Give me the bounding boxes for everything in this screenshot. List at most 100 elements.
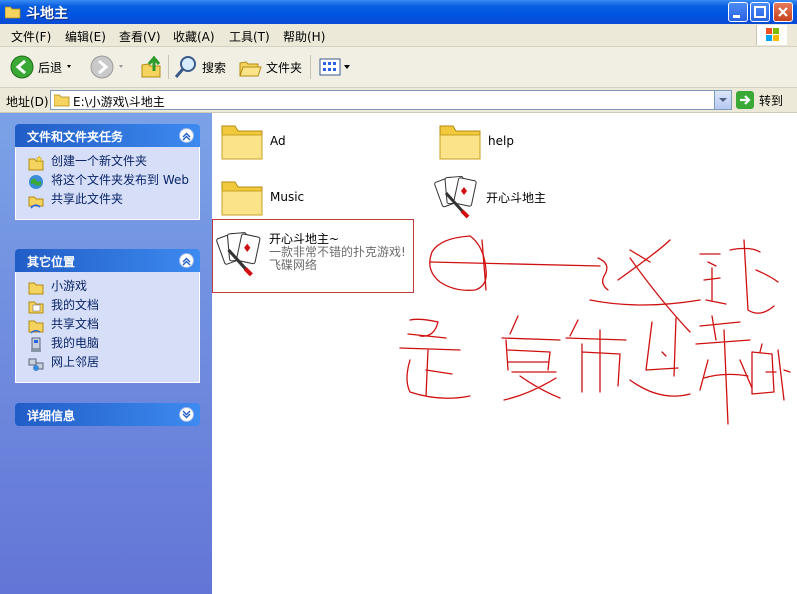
place-label: 共享文档	[51, 317, 100, 331]
folders-button[interactable]: 文件夹	[238, 53, 302, 81]
toolbar-separator	[168, 55, 169, 79]
place-label: 我的电脑	[51, 336, 100, 350]
toolbar: 后退 搜索 文件夹	[0, 47, 797, 88]
menu-edit[interactable]: 编辑(E)	[65, 28, 106, 45]
address-bar: 地址(D) E:\小游戏\斗地主 转到	[0, 88, 797, 113]
place-label: 网上邻居	[51, 355, 100, 369]
collapse-icon[interactable]	[179, 253, 194, 268]
search-button[interactable]: 搜索	[174, 53, 226, 81]
up-folder-icon	[141, 55, 161, 78]
go-arrow-icon	[736, 91, 754, 109]
other-places-box: 其它位置 小游戏 我的文档 共享文档 我的电脑 网上邻居	[15, 249, 200, 383]
game-shortcut-tile[interactable]: 开心斗地主~ 一款非常不错的扑克游戏! 飞碟网络	[212, 219, 414, 293]
chevron-down-icon[interactable]	[342, 62, 352, 72]
place-shared-documents[interactable]: 共享文档	[16, 317, 199, 335]
views-button[interactable]	[318, 53, 352, 81]
file-tasks-header[interactable]: 文件和文件夹任务	[15, 124, 200, 147]
task-pane: 文件和文件夹任务 创建一个新文件夹 将这个文件夹发布到 Web 共享此文件夹 其…	[0, 113, 212, 594]
new-folder-icon	[28, 155, 44, 171]
share-folder-icon	[28, 196, 44, 209]
my-documents-icon	[28, 301, 44, 314]
windows-logo	[756, 25, 787, 45]
file-tasks-title: 文件和文件夹任务	[27, 130, 124, 144]
back-arrow-icon	[10, 55, 34, 79]
folder-name: Ad	[270, 134, 286, 148]
file-tasks-box: 文件和文件夹任务 创建一个新文件夹 将这个文件夹发布到 Web 共享此文件夹	[15, 124, 200, 220]
task-share-folder[interactable]: 共享此文件夹	[16, 192, 199, 210]
place-label: 我的文档	[51, 298, 100, 312]
place-my-computer[interactable]: 我的电脑	[16, 336, 199, 354]
collapse-icon[interactable]	[179, 128, 194, 143]
windows-flag-icon	[766, 28, 779, 41]
computer-icon	[31, 337, 41, 352]
expand-icon[interactable]	[179, 407, 194, 422]
tile-text: 开心斗地主~ 一款非常不错的扑克游戏! 飞碟网络	[269, 233, 406, 272]
folder-help[interactable]: help	[438, 121, 558, 165]
details-box: 详细信息	[15, 403, 200, 426]
details-title: 详细信息	[27, 409, 76, 423]
place-my-documents[interactable]: 我的文档	[16, 298, 199, 316]
folder-name: Music	[270, 190, 305, 204]
chevron-down-icon[interactable]	[62, 62, 76, 72]
place-games-folder[interactable]: 小游戏	[16, 279, 199, 297]
place-label: 小游戏	[51, 279, 88, 293]
back-label: 后退	[38, 60, 63, 75]
task-label: 共享此文件夹	[51, 192, 124, 206]
menu-favorites[interactable]: 收藏(A)	[173, 28, 215, 45]
folder-music[interactable]: Music	[220, 177, 340, 221]
task-new-folder[interactable]: 创建一个新文件夹	[16, 154, 199, 172]
folder-icon	[439, 125, 481, 160]
go-button[interactable]: 转到	[736, 91, 783, 109]
up-folder-button[interactable]	[140, 53, 164, 81]
folder-icon	[54, 94, 70, 107]
file-name: 开心斗地主	[486, 191, 547, 205]
address-path: E:\小游戏\斗地主	[73, 95, 165, 109]
folders-icon	[239, 61, 262, 77]
back-button[interactable]: 后退	[10, 53, 76, 81]
game-exe-file[interactable]: 开心斗地主	[434, 173, 594, 221]
shared-documents-icon	[28, 320, 44, 334]
maximize-button[interactable]	[750, 2, 770, 22]
other-places-list: 小游戏 我的文档 共享文档 我的电脑 网上邻居	[15, 272, 200, 383]
menu-help[interactable]: 帮助(H)	[283, 28, 325, 45]
task-publish-web[interactable]: 将这个文件夹发布到 Web	[16, 173, 199, 191]
folders-label: 文件夹	[266, 60, 303, 75]
place-network[interactable]: 网上邻居	[16, 355, 199, 373]
chevron-down-icon[interactable]	[114, 62, 128, 72]
search-label: 搜索	[202, 60, 227, 75]
chevron-down-icon	[719, 98, 727, 102]
tile-company: 飞碟网络	[269, 258, 318, 272]
explorer-window: 斗地主 文件(F) 编辑(E) 查看(V) 收藏(A) 工具(T) 帮助(H)	[0, 0, 797, 594]
forward-button[interactable]	[90, 53, 128, 81]
details-header[interactable]: 详细信息	[15, 403, 200, 426]
window-title: 斗地主	[26, 6, 68, 22]
task-label: 将这个文件夹发布到 Web	[51, 173, 189, 187]
address-input[interactable]: E:\小游戏\斗地主	[50, 90, 732, 110]
folder-icon	[221, 181, 263, 216]
forward-arrow-icon	[90, 55, 114, 79]
toolbar-separator	[310, 55, 311, 79]
title-bar[interactable]: 斗地主	[0, 0, 797, 24]
close-button[interactable]	[773, 2, 793, 22]
playing-cards-icon	[216, 232, 261, 277]
maximize-icon	[754, 6, 766, 18]
menu-tools[interactable]: 工具(T)	[229, 28, 270, 45]
file-tasks-list: 创建一个新文件夹 将这个文件夹发布到 Web 共享此文件夹	[15, 147, 200, 220]
address-label: 地址(D)	[6, 95, 49, 109]
menu-file[interactable]: 文件(F)	[11, 28, 51, 45]
menu-view[interactable]: 查看(V)	[119, 28, 161, 45]
other-places-header[interactable]: 其它位置	[15, 249, 200, 272]
other-places-title: 其它位置	[27, 255, 76, 269]
minimize-button[interactable]	[728, 2, 748, 22]
address-dropdown-button[interactable]	[714, 91, 731, 109]
menu-bar: 文件(F) 编辑(E) 查看(V) 收藏(A) 工具(T) 帮助(H)	[0, 24, 797, 47]
search-icon	[174, 56, 196, 78]
network-icon	[28, 358, 44, 371]
playing-cards-icon	[434, 175, 477, 219]
file-list: Ad help Music 开心斗地主 开心斗地主~ 一款非常不错的扑克游戏! …	[212, 113, 797, 594]
folder-ad[interactable]: Ad	[220, 121, 340, 165]
close-icon	[778, 7, 788, 17]
go-label: 转到	[759, 93, 784, 108]
folder-icon	[28, 282, 44, 295]
folder-name: help	[488, 134, 514, 148]
